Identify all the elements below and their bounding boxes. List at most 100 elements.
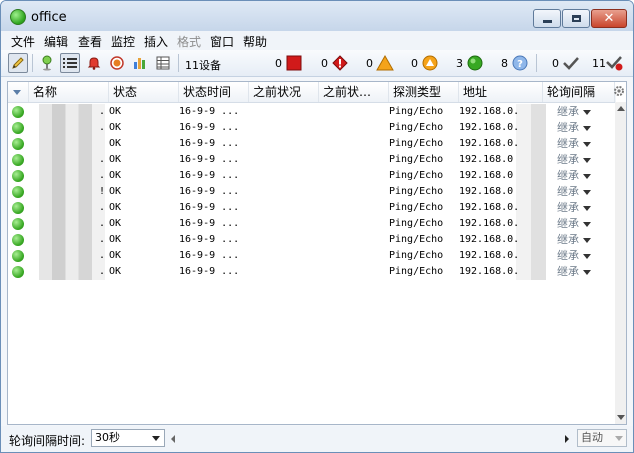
column-header-previous-state[interactable]: 之前状况 [249,82,319,102]
poll-interval-select[interactable]: 继承 [557,264,591,280]
column-header-status-time[interactable]: 状态时间 [179,82,249,102]
title-bar[interactable]: office ✕ [1,1,633,31]
chart-view-button[interactable] [130,53,150,73]
chevron-down-icon [583,141,591,147]
horizontal-scrollbar[interactable] [169,432,573,446]
cell-status-time: 16-9-9 ... [179,218,240,229]
table-row[interactable]: . OK 16-9-9 ... Ping/Echo 192.168.0 继承 [8,152,616,168]
table-row[interactable]: . OK 16-9-9 ... Ping/Echo 192.168.0 继承 [8,168,616,184]
menu-help[interactable]: 帮助 [243,33,267,50]
maximize-button[interactable] [562,9,590,28]
scroll-left-arrow-icon[interactable] [171,435,175,443]
bell-icon [87,57,101,70]
table-row[interactable]: ! OK 16-9-9 ... Ping/Echo 192.168.0 继承 [8,184,616,200]
menu-format[interactable]: 格式 [177,33,201,50]
gear-icon[interactable] [613,85,625,97]
table-row[interactable]: . OK 16-9-9 ... Ping/Echo 192.168.0. 继承 [8,200,616,216]
filter-down-button[interactable] [284,53,304,73]
poll-interval-value: 继承 [557,169,579,182]
cell-address: 192.168.0. [459,218,520,229]
table-row[interactable]: . OK 16-9-9 ... Ping/Echo 192.168.0. 继承 [8,264,616,280]
column-header-previous-state-2[interactable]: 之前状… [319,82,389,102]
filter-unknown-button[interactable]: ? [510,53,530,73]
table-row[interactable]: . OK 16-9-9 ... Ping/Echo 192.168.0. 继承 [8,120,616,136]
cell-name: . [99,202,106,213]
chevron-down-icon [583,221,591,227]
cell-address: 192.168.0. [459,234,520,245]
poll-interval-select[interactable]: 继承 [557,248,591,264]
scroll-right-arrow-icon[interactable] [565,435,569,443]
list-icon [63,58,77,68]
poll-interval-select[interactable]: 继承 [557,216,591,232]
poll-interval-select[interactable]: 30秒 [91,429,165,447]
column-header-poll-interval[interactable]: 轮询间隔 [543,82,615,102]
status-ok-icon [12,234,24,246]
menu-insert[interactable]: 插入 [144,33,168,50]
orange-alert-icon [422,55,438,71]
menu-window[interactable]: 窗口 [210,33,234,50]
minimize-button[interactable] [533,9,561,28]
table-row[interactable]: OK 16-9-9 ... Ping/Echo 192.168.0. 继承 [8,136,616,152]
column-header-probe-type[interactable]: 探测类型 [389,82,459,102]
unacknowledged-check-icon [606,56,623,71]
filter-critical-button[interactable] [330,53,350,73]
menu-view[interactable]: 查看 [78,33,102,50]
filter-warning-button[interactable] [375,53,395,73]
scroll-down-arrow-icon[interactable] [617,415,625,420]
detail-view-button[interactable] [153,53,173,73]
filter-unacknowledged-button[interactable] [605,53,625,73]
chevron-down-icon [583,125,591,131]
alarm-view-button[interactable] [84,53,104,73]
column-header-address[interactable]: 地址 [459,82,543,102]
stop-view-button[interactable] [107,53,127,73]
auto-select[interactable]: 自动 [577,429,627,447]
filter-ok-button[interactable] [465,53,485,73]
cell-status: OK [109,122,122,133]
edit-mode-button[interactable] [8,53,28,73]
cell-probe-type: Ping/Echo [389,234,444,245]
cell-probe-type: Ping/Echo [389,250,444,261]
redacted-name [39,232,105,248]
cell-status: OK [109,138,122,149]
poll-interval-select[interactable]: 继承 [557,152,591,168]
table-row[interactable]: . OK 16-9-9 ... Ping/Echo 192.168.0. 继承 [8,232,616,248]
cell-probe-type: Ping/Echo [389,106,444,117]
column-header-name[interactable]: 名称 [29,82,109,102]
chevron-down-icon [583,173,591,179]
redacted-name [39,136,105,152]
cell-status: OK [109,170,122,181]
sort-toggle[interactable] [8,82,29,102]
vertical-scrollbar[interactable] [615,102,626,424]
menu-edit[interactable]: 编辑 [44,33,68,50]
poll-interval-label: 轮询间隔时间: [9,434,86,448]
poll-interval-select[interactable]: 继承 [557,136,591,152]
table-row[interactable]: . OK 16-9-9 ... Ping/Echo 192.168.0. 继承 [8,104,616,120]
table-row[interactable]: . OK 16-9-9 ... Ping/Echo 192.168.0. 继承 [8,248,616,264]
poll-interval-value: 30秒 [95,431,120,444]
chevron-down-icon [583,109,591,115]
filter-alert-button[interactable] [420,53,440,73]
scroll-up-arrow-icon[interactable] [617,106,625,111]
list-view-button[interactable] [60,53,80,73]
poll-interval-select[interactable]: 继承 [557,120,591,136]
poll-interval-select[interactable]: 继承 [557,200,591,216]
menu-file[interactable]: 文件 [11,33,35,50]
warning-triangle-icon [376,55,394,71]
status-ok-icon [12,154,24,166]
poll-interval-select[interactable]: 继承 [557,232,591,248]
cell-probe-type: Ping/Echo [389,218,444,229]
map-view-button[interactable] [37,53,57,73]
checkmark-icon [563,57,579,70]
maximize-icon [571,15,581,22]
table-row[interactable]: . OK 16-9-9 ... Ping/Echo 192.168.0. 继承 [8,216,616,232]
column-header-status[interactable]: 状态 [109,82,179,102]
redacted-address [516,184,546,200]
cell-status-time: 16-9-9 ... [179,138,240,149]
redacted-name [39,184,105,200]
menu-monitor[interactable]: 监控 [111,33,135,50]
poll-interval-select[interactable]: 继承 [557,168,591,184]
filter-acknowledged-button[interactable] [561,53,581,73]
poll-interval-select[interactable]: 继承 [557,104,591,120]
close-button[interactable]: ✕ [591,9,627,28]
poll-interval-select[interactable]: 继承 [557,184,591,200]
